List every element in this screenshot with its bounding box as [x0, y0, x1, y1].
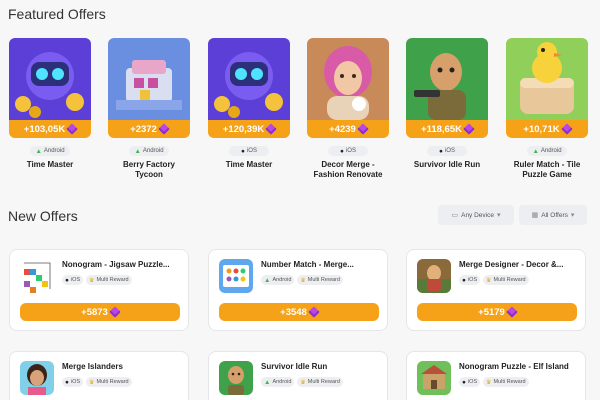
game-name: Survivor Idle Run [413, 160, 481, 169]
trophy-icon: ♛ [89, 379, 95, 386]
featured-offers-title: Featured Offers [8, 6, 106, 22]
offer-title: Merge Designer - Decor &... [459, 260, 564, 269]
gem-icon [506, 306, 518, 318]
game-name: Time Master [225, 160, 273, 169]
platform-badge: ▲ Android [129, 146, 169, 156]
chevron-down-icon: ▾ [496, 212, 501, 219]
platform-badge: ▲ Android [30, 146, 70, 156]
featured-card[interactable]: +2372 ▲ Android Berry Factory Tycoon [108, 38, 190, 180]
trophy-icon: ♛ [300, 277, 306, 284]
gem-icon [463, 123, 475, 135]
game-thumbnail [208, 38, 290, 120]
gem-icon [66, 123, 78, 135]
apple-icon: ● [462, 378, 466, 386]
game-thumbnail [219, 361, 253, 395]
platform-badge: ▲ Android [261, 275, 295, 285]
game-thumbnail [219, 259, 253, 293]
device-icon: ▭ [451, 212, 459, 219]
featured-card[interactable]: +118,65K ● iOS Survivor Idle Run [406, 38, 488, 170]
game-thumbnail [108, 38, 190, 120]
offer-card[interactable]: Merge Designer - Decor &... ● iOS ♛ Multi … [406, 249, 586, 331]
game-name: Time Master [26, 160, 74, 169]
chevron-down-icon: ▾ [570, 212, 575, 219]
gem-icon [308, 306, 320, 318]
trophy-icon: ♛ [300, 379, 306, 386]
platform-badge: ▲ Android [261, 377, 295, 387]
android-icon: ▲ [264, 378, 271, 386]
game-thumbnail [506, 38, 588, 120]
claim-reward-button[interactable]: +5179 [417, 303, 577, 321]
offer-title: Survivor Idle Run [261, 362, 328, 371]
platform-badge: ● iOS [459, 275, 481, 285]
game-name: Decor Merge - Fashion Renovate [313, 160, 383, 179]
android-icon: ▲ [35, 147, 42, 155]
offers-filter-dropdown[interactable]: ▦ All Offers ▾ [519, 205, 587, 225]
game-thumbnail [9, 38, 91, 120]
game-thumbnail [20, 361, 54, 395]
claim-reward-button[interactable]: +3548 [219, 303, 379, 321]
apple-icon: ● [439, 147, 443, 155]
android-icon: ▲ [264, 276, 271, 284]
gem-icon [109, 306, 121, 318]
apple-icon: ● [65, 378, 69, 386]
featured-card[interactable]: +103,05K ▲ Android Time Master [9, 38, 91, 170]
gem-icon [560, 123, 573, 135]
game-thumbnail [417, 361, 451, 395]
android-icon: ▲ [532, 147, 539, 155]
apple-icon: ● [340, 147, 344, 155]
new-offers-title: New Offers [8, 208, 78, 224]
multi-reward-badge: ♛ Multi Reward [483, 275, 529, 285]
offer-title: Nonogram Puzzle - Elf Island [459, 362, 569, 371]
offer-title: Number Match - Merge... [261, 260, 354, 269]
gem-icon [158, 123, 170, 135]
game-thumbnail [307, 38, 389, 120]
multi-reward-badge: ♛ Multi Reward [86, 275, 132, 285]
device-filter-dropdown[interactable]: ▭ Any Device ▾ [438, 205, 514, 225]
filter-icon: ▦ [531, 212, 539, 219]
game-name: Ruler Match - Tile Puzzle Game [513, 160, 581, 179]
offer-title: Nonogram - Jigsaw Puzzle... [62, 260, 170, 269]
gem-icon [265, 123, 277, 135]
multi-reward-badge: ♛ Multi Reward [297, 275, 343, 285]
reward-badge: +10,71K [506, 120, 588, 138]
game-thumbnail [417, 259, 451, 293]
platform-badge: ▲ Android [527, 146, 567, 156]
featured-card[interactable]: +4239 ● iOS Decor Merge - Fashion Renovat… [307, 38, 389, 180]
platform-badge: ● iOS [62, 377, 84, 387]
gem-icon [357, 123, 369, 135]
featured-card[interactable]: +10,71K ▲ Android Ruler Match - Tile Puzz… [506, 38, 588, 180]
game-thumbnail [20, 259, 54, 293]
multi-reward-badge: ♛ Multi Reward [483, 377, 529, 387]
platform-badge: ● iOS [427, 146, 467, 156]
apple-icon: ● [462, 276, 466, 284]
offer-card[interactable]: Nonogram - Jigsaw Puzzle... ● iOS ♛ Multi … [9, 249, 189, 331]
claim-reward-button[interactable]: +5873 [20, 303, 180, 321]
offer-card[interactable]: Nonogram Puzzle - Elf Island ● iOS ♛ Multi… [406, 351, 586, 400]
platform-badge: ● iOS [62, 275, 84, 285]
platform-badge: ● iOS [328, 146, 368, 156]
platform-badge: ● iOS [229, 146, 269, 156]
android-icon: ▲ [134, 147, 141, 155]
offer-card[interactable]: Merge Islanders ● iOS ♛ Multi Reward [9, 351, 189, 400]
reward-badge: +4239 [307, 120, 389, 138]
reward-badge: +120,39K [208, 120, 290, 138]
reward-badge: +118,65K [406, 120, 488, 138]
offer-title: Merge Islanders [62, 362, 123, 371]
game-thumbnail [406, 38, 488, 120]
multi-reward-badge: ♛ Multi Reward [86, 377, 132, 387]
trophy-icon: ♛ [89, 277, 95, 284]
featured-card[interactable]: +120,39K ● iOS Time Master [208, 38, 290, 170]
trophy-icon: ♛ [486, 277, 492, 284]
offer-card[interactable]: Survivor Idle Run ▲ Android ♛ Multi Reward [208, 351, 388, 400]
offer-card[interactable]: Number Match - Merge... ▲ Android ♛ Multi … [208, 249, 388, 331]
trophy-icon: ♛ [486, 379, 492, 386]
apple-icon: ● [65, 276, 69, 284]
multi-reward-badge: ♛ Multi Reward [297, 377, 343, 387]
reward-badge: +2372 [108, 120, 190, 138]
reward-badge: +103,05K [9, 120, 91, 138]
game-name: Berry Factory Tycoon [122, 160, 176, 179]
apple-icon: ● [241, 147, 245, 155]
platform-badge: ● iOS [459, 377, 481, 387]
